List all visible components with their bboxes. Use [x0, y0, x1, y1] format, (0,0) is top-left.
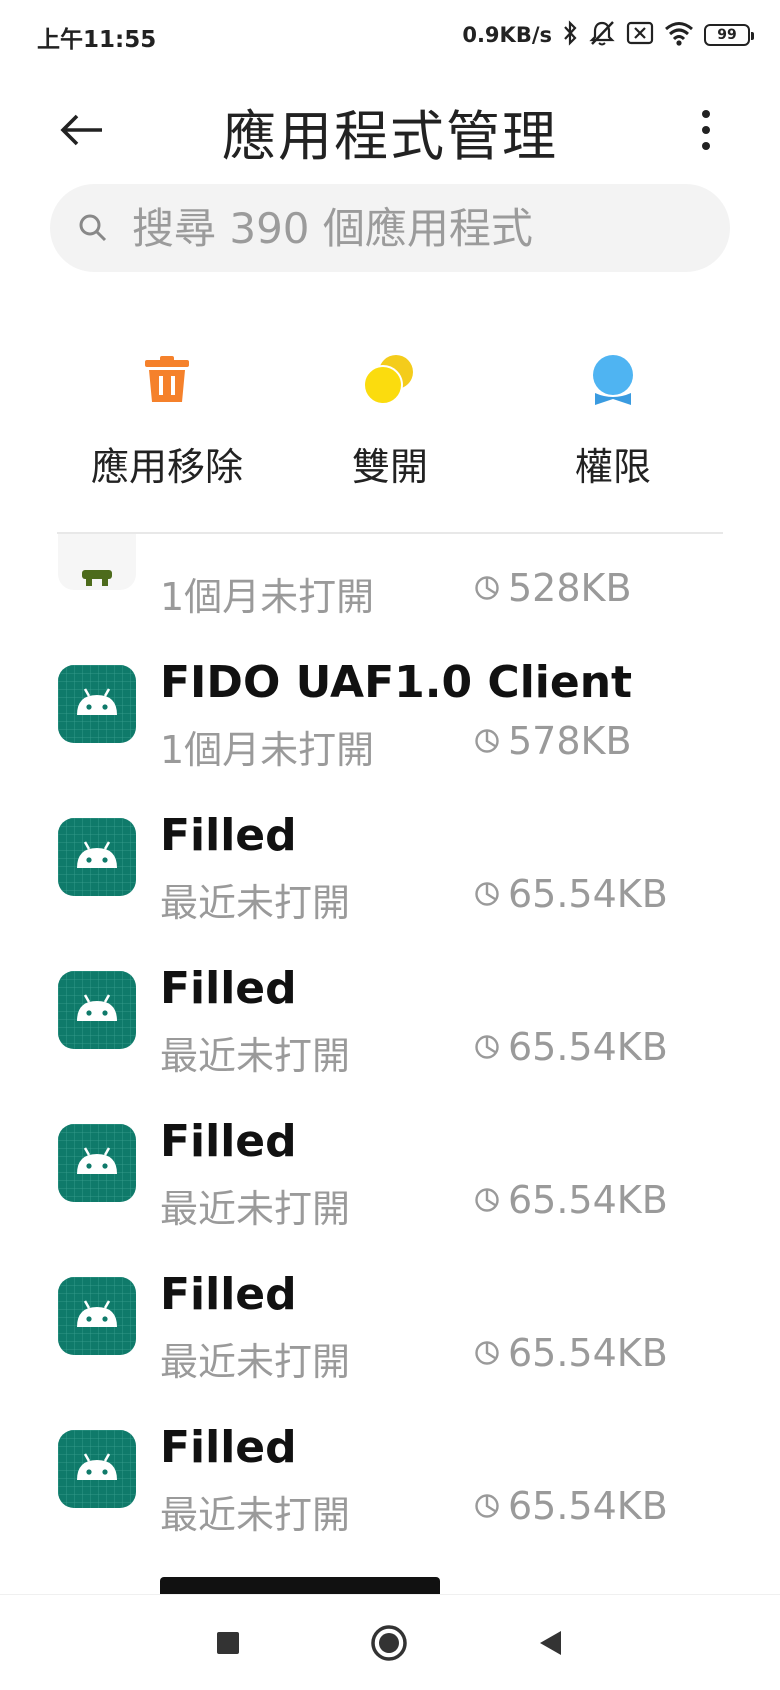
square-icon	[217, 1632, 239, 1654]
app-list-item[interactable]: FIDO UAF1.0 Client 1個月未打開 578KB	[0, 637, 780, 790]
app-header: 應用程式管理	[0, 72, 780, 182]
app-size-value: 65.54KB	[508, 872, 668, 916]
app-size: 65.54KB	[474, 872, 668, 916]
shortcut-label: 應用移除	[90, 445, 243, 489]
shortcut-dual-apps[interactable]: 雙開	[280, 350, 500, 491]
app-last-opened: 最近未打開	[160, 1340, 351, 1384]
app-management-screen: 上午11:55 0.9KB/s 99 應用程式管理 搜尋 390 個應用程式 應…	[0, 0, 780, 1690]
app-size: 578KB	[474, 719, 632, 763]
bluetooth-icon	[562, 20, 578, 50]
app-size: 65.54KB	[474, 1484, 668, 1528]
app-last-opened: 1個月未打開	[160, 728, 375, 772]
app-last-opened: 1個月未打開	[160, 575, 375, 619]
shortcut-permissions[interactable]: 權限	[503, 350, 723, 491]
search-input[interactable]	[132, 203, 692, 253]
app-name: Filled	[160, 1422, 297, 1473]
android-app-icon	[58, 1124, 136, 1202]
shortcut-row: 應用移除 雙開 權限	[0, 350, 780, 489]
app-list-item[interactable]: Filled 最近未打開 65.54KB	[0, 1402, 780, 1555]
storage-pie-icon	[475, 729, 499, 753]
android-app-icon	[58, 818, 136, 896]
more-dot-icon	[702, 126, 710, 134]
shortcut-label: 權限	[574, 445, 651, 489]
app-name: FIDO UAF1.0 Client	[160, 657, 633, 708]
back-nav-button[interactable]	[530, 1623, 570, 1663]
android-app-icon	[58, 971, 136, 1049]
storage-pie-icon	[475, 1494, 499, 1518]
home-circle-icon	[371, 1625, 407, 1661]
mute-icon	[588, 19, 616, 51]
app-list-item[interactable]: Filled 最近未打開 65.54KB	[0, 1096, 780, 1249]
recents-button[interactable]	[208, 1623, 248, 1663]
network-speed: 0.9KB/s	[462, 23, 552, 47]
app-list-item[interactable]: Filled 最近未打開 65.54KB	[0, 1249, 780, 1402]
app-size-value: 65.54KB	[508, 1484, 668, 1528]
more-options-button[interactable]	[686, 102, 726, 158]
app-name: Filled	[160, 963, 297, 1014]
storage-pie-icon	[475, 576, 499, 600]
home-button[interactable]	[369, 1623, 409, 1663]
storage-pie-icon	[475, 1035, 499, 1059]
android-app-icon	[58, 1277, 136, 1355]
app-size-value: 578KB	[508, 719, 632, 763]
wifi-icon	[664, 20, 694, 50]
sim-off-icon	[626, 21, 654, 49]
search-icon	[79, 214, 107, 242]
android-app-icon	[58, 1430, 136, 1508]
app-list-item[interactable]: Filled 最近未打開 65.54KB	[0, 943, 780, 1096]
storage-pie-icon	[475, 1188, 499, 1212]
app-size: 528KB	[474, 566, 632, 610]
system-nav-bar	[0, 1594, 780, 1690]
dual-circles-icon	[360, 350, 420, 410]
shortcut-label: 雙開	[351, 445, 428, 489]
app-size-value: 65.54KB	[508, 1025, 668, 1069]
shortcut-uninstall[interactable]: 應用移除	[57, 350, 277, 491]
status-icons: 0.9KB/s 99	[462, 19, 754, 51]
status-bar: 上午11:55 0.9KB/s 99	[0, 0, 780, 72]
battery-icon: 99	[704, 24, 754, 46]
app-list-item[interactable]: 1個月未打開 528KB	[0, 534, 780, 637]
app-list-item[interactable]: Filled 最近未打開 65.54KB	[0, 790, 780, 943]
partial-app-icon	[58, 534, 136, 590]
permission-badge-icon	[583, 350, 643, 410]
app-name: Filled	[160, 810, 297, 861]
app-list: 1個月未打開 528KB FIDO UAF1.0 Client 1個月未打開 5…	[0, 534, 780, 1594]
app-size-value: 65.54KB	[508, 1178, 668, 1222]
android-app-icon	[58, 665, 136, 743]
app-last-opened: 最近未打開	[160, 1493, 351, 1537]
app-size-value: 528KB	[508, 566, 632, 610]
app-size-value: 65.54KB	[508, 1331, 668, 1375]
app-list-item[interactable]	[0, 1555, 780, 1594]
app-name: Filled	[160, 1269, 297, 1320]
app-size: 65.54KB	[474, 1178, 668, 1222]
app-last-opened: 最近未打開	[160, 1187, 351, 1231]
app-name-cutoff	[160, 1571, 440, 1594]
app-last-opened: 最近未打開	[160, 881, 351, 925]
status-time: 上午11:55	[37, 27, 157, 53]
app-name: Filled	[160, 1116, 297, 1167]
app-size: 65.54KB	[474, 1025, 668, 1069]
more-dot-icon	[702, 142, 710, 150]
search-bar[interactable]	[50, 184, 730, 272]
more-dot-icon	[702, 110, 710, 118]
app-last-opened: 最近未打開	[160, 1034, 351, 1078]
trash-icon	[137, 350, 197, 410]
page-title: 應用程式管理	[222, 105, 558, 168]
storage-pie-icon	[475, 1341, 499, 1365]
triangle-back-icon	[540, 1631, 561, 1655]
app-size: 65.54KB	[474, 1331, 668, 1375]
storage-pie-icon	[475, 882, 499, 906]
